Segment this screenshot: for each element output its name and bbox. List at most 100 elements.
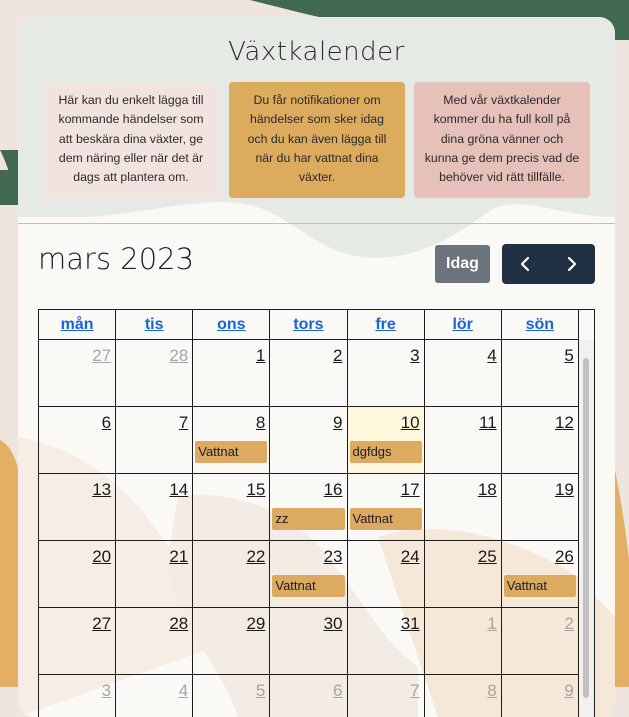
day-number[interactable]: 3: [102, 681, 111, 701]
day-number[interactable]: 28: [169, 614, 188, 634]
day-cell[interactable]: 31: [348, 608, 425, 674]
day-cell[interactable]: 30: [270, 608, 348, 674]
day-cell[interactable]: 28: [116, 608, 194, 674]
day-number[interactable]: 21: [169, 547, 188, 567]
weekday-4[interactable]: fre: [348, 310, 425, 339]
day-number[interactable]: 5: [564, 346, 573, 366]
day-number[interactable]: 8: [487, 681, 496, 701]
day-number[interactable]: 27: [92, 346, 111, 366]
day-number[interactable]: 6: [333, 681, 342, 701]
day-cell[interactable]: 7: [116, 407, 194, 473]
prev-month-button[interactable]: [502, 244, 549, 284]
day-number[interactable]: 6: [102, 413, 111, 433]
day-number[interactable]: 3: [410, 346, 419, 366]
day-cell[interactable]: 29: [193, 608, 271, 674]
day-cell[interactable]: 19: [502, 474, 579, 540]
day-number[interactable]: 1: [487, 614, 496, 634]
day-number[interactable]: 9: [333, 413, 342, 433]
day-cell[interactable]: 21: [116, 541, 194, 607]
day-cell[interactable]: 1: [193, 340, 271, 406]
day-cell[interactable]: 17 Vattnat: [348, 474, 425, 540]
day-cell[interactable]: 15: [193, 474, 271, 540]
event-chip[interactable]: zz: [272, 508, 345, 530]
day-number[interactable]: 8: [256, 413, 265, 433]
day-number[interactable]: 13: [92, 480, 111, 500]
day-cell[interactable]: 20: [39, 541, 117, 607]
event-chip[interactable]: dgfdgs: [349, 441, 422, 463]
day-number[interactable]: 25: [478, 547, 497, 567]
day-number[interactable]: 2: [564, 614, 573, 634]
weekday-6[interactable]: sön: [502, 310, 579, 339]
day-number[interactable]: 22: [246, 547, 265, 567]
day-cell[interactable]: 2: [270, 340, 348, 406]
day-number[interactable]: 16: [324, 480, 343, 500]
day-cell[interactable]: 24: [348, 541, 425, 607]
day-number[interactable]: 29: [246, 614, 265, 634]
event-chip[interactable]: Vattnat: [349, 508, 422, 530]
day-number[interactable]: 31: [401, 614, 420, 634]
day-number[interactable]: 1: [256, 346, 265, 366]
day-number[interactable]: 4: [487, 346, 496, 366]
day-cell[interactable]: 28: [116, 340, 194, 406]
day-cell[interactable]: 8 Vattnat: [193, 407, 271, 473]
event-chip[interactable]: Vattnat: [503, 575, 576, 597]
day-number[interactable]: 23: [324, 547, 343, 567]
day-number[interactable]: 30: [324, 614, 343, 634]
day-cell[interactable]: 23 Vattnat: [270, 541, 348, 607]
day-cell-today[interactable]: 10 dgfdgs: [347, 407, 425, 473]
day-number[interactable]: 24: [401, 547, 420, 567]
day-number[interactable]: 19: [555, 480, 574, 500]
day-number[interactable]: 18: [478, 480, 497, 500]
day-number[interactable]: 7: [179, 413, 188, 433]
day-cell[interactable]: 25: [425, 541, 502, 607]
weekday-5[interactable]: lör: [425, 310, 502, 339]
day-number[interactable]: 7: [410, 681, 419, 701]
day-cell[interactable]: 7: [348, 675, 425, 717]
event-chip[interactable]: Vattnat: [272, 575, 345, 597]
day-number[interactable]: 27: [92, 614, 111, 634]
day-number[interactable]: 28: [169, 346, 188, 366]
next-month-button[interactable]: [549, 244, 596, 284]
weekday-3[interactable]: tors: [270, 310, 348, 339]
day-cell[interactable]: 27: [39, 340, 117, 406]
day-cell[interactable]: 14: [116, 474, 194, 540]
day-cell[interactable]: 3: [39, 675, 117, 717]
day-cell[interactable]: 11: [425, 407, 502, 473]
weekday-2[interactable]: ons: [193, 310, 271, 339]
day-cell[interactable]: 4: [425, 340, 502, 406]
day-cell[interactable]: 13: [39, 474, 117, 540]
day-number[interactable]: 9: [564, 681, 573, 701]
day-number[interactable]: 5: [256, 681, 265, 701]
day-number[interactable]: 10: [401, 413, 420, 433]
day-number[interactable]: 17: [401, 480, 420, 500]
weekday-1[interactable]: tis: [116, 310, 194, 339]
day-cell[interactable]: 9: [502, 675, 579, 717]
scrollbar-thumb[interactable]: [583, 358, 589, 698]
day-cell[interactable]: 6: [39, 407, 117, 473]
day-number[interactable]: 14: [169, 480, 188, 500]
day-cell[interactable]: 8: [425, 675, 502, 717]
day-cell[interactable]: 2: [502, 608, 579, 674]
today-button[interactable]: Idag: [435, 245, 490, 283]
day-cell[interactable]: 3: [348, 340, 425, 406]
day-cell[interactable]: 22: [193, 541, 271, 607]
day-number[interactable]: 4: [179, 681, 188, 701]
day-number[interactable]: 20: [92, 547, 111, 567]
day-number[interactable]: 15: [246, 480, 265, 500]
day-cell[interactable]: 16 zz: [270, 474, 348, 540]
weekday-0[interactable]: mån: [39, 310, 117, 339]
day-number[interactable]: 2: [333, 346, 342, 366]
day-number[interactable]: 26: [555, 547, 574, 567]
day-cell[interactable]: 26 Vattnat: [502, 541, 579, 607]
day-cell[interactable]: 6: [270, 675, 348, 717]
event-chip[interactable]: Vattnat: [195, 441, 268, 463]
day-cell[interactable]: 4: [116, 675, 194, 717]
day-cell[interactable]: 9: [270, 407, 348, 473]
day-number[interactable]: 11: [479, 413, 497, 433]
day-number[interactable]: 12: [555, 413, 574, 433]
day-cell[interactable]: 5: [193, 675, 271, 717]
day-cell[interactable]: 27: [39, 608, 117, 674]
day-cell[interactable]: 12: [502, 407, 579, 473]
day-cell[interactable]: 1: [425, 608, 502, 674]
day-cell[interactable]: 18: [425, 474, 502, 540]
